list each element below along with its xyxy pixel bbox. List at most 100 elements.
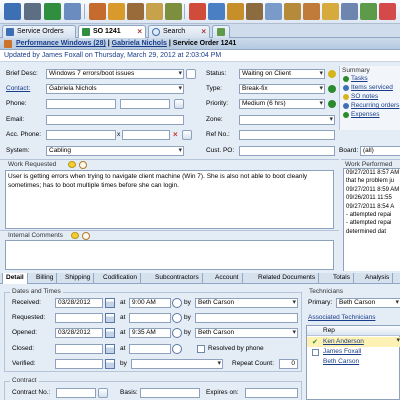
pencil-icon[interactable] [227, 3, 244, 20]
tab-search[interactable]: Search × [148, 25, 210, 38]
rep-column-header[interactable]: Rep [307, 326, 400, 336]
internal-comments-textarea[interactable] [5, 240, 334, 270]
comment-bubble-icon[interactable] [71, 232, 79, 239]
print-icon[interactable] [24, 3, 41, 20]
resolved-by-phone-checkbox[interactable] [197, 345, 205, 353]
table-row[interactable]: ✔ Ken Anderson [307, 337, 400, 347]
contact-select[interactable]: Gabriela Nichols [46, 84, 184, 94]
cust-po-input[interactable] [239, 146, 335, 156]
clock-icon[interactable] [79, 161, 87, 169]
ref-no-input[interactable] [239, 130, 335, 140]
closed-time-input[interactable] [129, 344, 171, 354]
acc-phone-ext-input[interactable] [122, 130, 170, 140]
clock-icon[interactable] [172, 313, 182, 323]
verified-by-select[interactable] [131, 359, 223, 369]
calendar-icon[interactable] [105, 344, 115, 354]
new-record-icon[interactable] [108, 3, 125, 20]
summary-link-recurring-orders[interactable]: Recurring orders [342, 101, 400, 110]
closed-date-input[interactable] [55, 344, 103, 354]
table-row[interactable]: Beth Carson [307, 357, 400, 367]
status-select[interactable]: Waiting on Client [239, 69, 325, 79]
tab-detail[interactable]: Detail [2, 273, 28, 284]
table-row[interactable]: James Foxall [307, 347, 400, 357]
type-select[interactable]: Break-fix [239, 84, 325, 94]
tab-totals[interactable]: Totals [330, 273, 354, 284]
tab-account[interactable]: Account [212, 273, 243, 284]
phone-input[interactable] [46, 99, 116, 109]
folder-icon[interactable] [322, 3, 339, 20]
breadcrumb-contact-link[interactable]: Gabriela Nichols [112, 40, 167, 47]
dollar-icon[interactable] [360, 3, 377, 20]
expires-on-input[interactable] [245, 388, 298, 398]
hammer-icon[interactable] [246, 3, 263, 20]
associated-technicians-link[interactable]: Associated Technicians [308, 313, 375, 323]
repeat-count-input[interactable]: 0 [279, 359, 298, 369]
opened-time-input[interactable]: 9:35 AM [129, 328, 171, 338]
users-icon[interactable] [89, 3, 106, 20]
tab-related-documents[interactable]: Related Documents [255, 273, 320, 284]
clock-icon[interactable] [172, 344, 182, 354]
opened-date-input[interactable]: 03/28/2012 [55, 328, 103, 338]
email-input[interactable] [46, 115, 184, 125]
priority-select[interactable]: Medium (6 hrs) [239, 99, 325, 109]
zone-select[interactable] [239, 115, 335, 125]
search-icon[interactable] [64, 3, 81, 20]
summary-link-tasks[interactable]: Tasks [342, 74, 400, 83]
close-tab-icon[interactable]: × [137, 26, 142, 37]
verified-date-input[interactable] [55, 359, 103, 369]
contract-no-input[interactable] [56, 388, 96, 398]
tab-billing[interactable]: Billing [33, 273, 58, 284]
requested-time-input[interactable] [129, 313, 171, 323]
tab-analysis[interactable]: Analysis [362, 273, 394, 284]
brief-desc-input[interactable]: Windows 7 errors/boot issues [46, 69, 184, 79]
board-select[interactable]: (all) [360, 146, 400, 156]
home-icon[interactable] [4, 3, 21, 20]
received-time-input[interactable]: 9:00 AM [129, 298, 171, 308]
calendar-icon[interactable] [105, 328, 115, 338]
work-requested-textarea[interactable]: User is getting errors when trying to na… [5, 170, 334, 229]
tab-service-orders[interactable]: Service Orders [2, 25, 76, 38]
close-tab-icon[interactable]: × [201, 26, 206, 37]
contact-link[interactable]: Contact: [6, 84, 30, 94]
contract-lookup-icon[interactable] [98, 388, 108, 398]
checkmark-icon[interactable] [189, 3, 206, 20]
work-performed-list[interactable]: 09/27/2011 8:57 AM that he problem ju 09… [343, 168, 400, 271]
save-icon[interactable] [44, 3, 61, 20]
primary-tech-select[interactable]: Beth Carson [336, 298, 400, 308]
key-icon[interactable] [284, 3, 301, 20]
edit-icon[interactable] [165, 3, 182, 20]
comment-bubble-icon[interactable] [68, 161, 76, 168]
documents-icon[interactable] [265, 3, 282, 20]
tab-subcontractors[interactable]: Subcontractors [152, 273, 203, 284]
tab-so-1241[interactable]: SO 1241 × [78, 25, 146, 39]
clear-icon[interactable]: × [173, 130, 178, 139]
breadcrumb-root-link[interactable]: Performance Windows (28) [16, 40, 106, 47]
basis-input[interactable] [140, 388, 200, 398]
clock-icon[interactable] [82, 232, 90, 240]
chart-icon[interactable] [341, 3, 358, 20]
tab-shipping[interactable]: Shipping [62, 273, 95, 284]
summary-link-expenses[interactable]: Expenses [342, 110, 400, 119]
phone-ext-input[interactable] [120, 99, 170, 109]
calendar-icon[interactable] [105, 359, 115, 369]
system-select[interactable]: Cabling [46, 146, 184, 156]
clock-icon[interactable] [172, 328, 182, 338]
received-by-select[interactable]: Beth Carson [195, 298, 298, 308]
requested-date-input[interactable] [55, 313, 103, 323]
box-icon[interactable] [146, 3, 163, 20]
summary-link-so-notes[interactable]: SO notes [342, 92, 400, 101]
truck-icon[interactable] [127, 3, 144, 20]
calendar-icon[interactable] [105, 298, 115, 308]
clock-icon[interactable] [172, 298, 182, 308]
summary-link-items-serviced[interactable]: Items serviced [342, 83, 400, 92]
help-icon[interactable] [379, 3, 396, 20]
calendar-icon[interactable] [105, 313, 115, 323]
received-date-input[interactable]: 03/28/2012 [55, 298, 103, 308]
people-icon[interactable] [303, 3, 320, 20]
acc-phone-input[interactable] [46, 130, 116, 140]
calendar-icon[interactable] [208, 3, 225, 20]
tab-codification[interactable]: Codification [100, 273, 141, 284]
requested-by-input[interactable] [195, 313, 298, 323]
edit-desc-icon[interactable] [186, 69, 196, 79]
new-tab-button[interactable] [212, 25, 230, 38]
